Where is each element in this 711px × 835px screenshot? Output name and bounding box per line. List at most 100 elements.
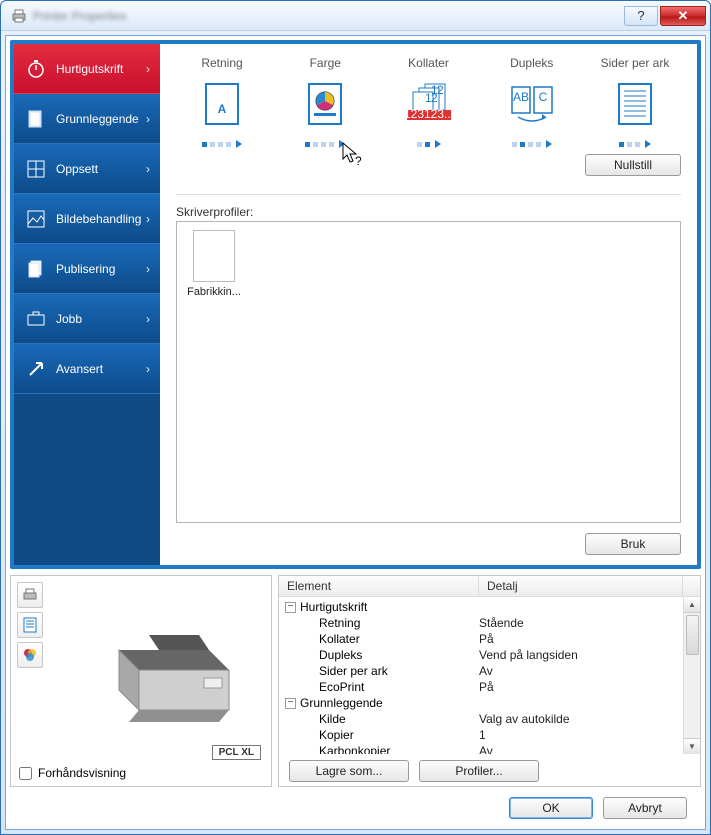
option-indicator [589,140,681,148]
option-duplex[interactable]: Dupleks AB C [486,56,578,148]
category-sidebar: Hurtigutskrift › Grunnleggende › Oppsett… [14,44,160,565]
profile-name: Fabrikkin... [185,286,243,298]
option-label: Dupleks [486,56,578,70]
profile-thumbnail-icon [193,230,235,282]
reset-button[interactable]: Nullstill [585,154,681,176]
preview-checkbox[interactable] [19,767,32,780]
profiles-label: Skriverprofiler: [176,205,681,219]
preview-tab-printer[interactable] [17,582,43,608]
option-indicator [176,140,268,148]
vertical-scrollbar[interactable]: ▲ ▼ [683,597,700,754]
tab-imaging[interactable]: Bildebehandling › [14,194,160,244]
chevron-right-icon: › [146,312,150,326]
main-area: Hurtigutskrift › Grunnleggende › Oppsett… [10,40,701,569]
tab-label: Bildebehandling [56,212,146,226]
profiles-list: Fabrikkin... [176,221,681,523]
color-icon [279,82,371,126]
save-as-button[interactable]: Lagre som... [289,760,409,782]
svg-text:2: 2 [431,91,438,105]
tab-job[interactable]: Jobb › [14,294,160,344]
collapse-icon[interactable]: − [285,698,296,709]
image-icon [26,209,46,229]
option-indicator [486,140,578,148]
preview-canvas: PCL XL [47,582,265,762]
settings-summary-panel: Element Detalj −Hurtigutskrift RetningSt… [278,575,701,787]
option-label: Sider per ark [589,56,681,70]
stopwatch-icon [26,59,46,79]
printer-app-icon [11,8,27,24]
preview-panel: PCL XL Forhåndsvisning [10,575,272,787]
scroll-thumb[interactable] [686,615,699,655]
help-button[interactable]: ? [624,6,658,26]
profile-item[interactable]: Fabrikkin... [185,230,243,298]
chevron-right-icon: › [146,262,150,276]
preview-tab-color[interactable] [17,642,43,668]
svg-text:AB: AB [513,90,529,104]
dialog-window: Printer Properties ? ✕ Hurtigutskrift › … [0,0,711,835]
option-orientation[interactable]: Retning A [176,56,268,148]
chevron-right-icon: › [146,62,150,76]
tab-layout[interactable]: Oppsett › [14,144,160,194]
option-collate[interactable]: Kollater 1212123123... [383,56,475,148]
settings-row[interactable]: KarbonkopierAv [279,743,683,754]
scroll-down-icon[interactable]: ▼ [684,738,700,754]
option-label: Kollater [383,56,475,70]
tab-label: Hurtigutskrift [56,62,146,76]
header-scroll-gap [682,576,700,596]
column-detail[interactable]: Detalj [479,576,682,596]
tab-advanced[interactable]: Avansert › [14,344,160,394]
profiles-button[interactable]: Profiler... [419,760,539,782]
svg-text:A: A [218,102,227,116]
tab-quick-print[interactable]: Hurtigutskrift › [14,44,160,94]
dialog-body: Hurtigutskrift › Grunnleggende › Oppsett… [5,35,706,830]
ok-button[interactable]: OK [509,797,593,819]
preview-tab-page[interactable] [17,612,43,638]
tab-label: Avansert [56,362,146,376]
settings-group[interactable]: −Hurtigutskrift [279,599,683,615]
preview-checkbox-row[interactable]: Forhåndsvisning [17,766,265,780]
settings-row[interactable]: RetningStående [279,615,683,631]
option-pages-per-sheet[interactable]: Sider per ark [589,56,681,148]
orientation-icon: A [176,82,268,126]
option-indicator [279,140,371,148]
close-button[interactable]: ✕ [660,6,706,26]
tab-label: Publisering [56,262,146,276]
settings-row[interactable]: KildeValg av autokilde [279,711,683,727]
scroll-up-icon[interactable]: ▲ [684,597,700,613]
title-bar: Printer Properties ? ✕ [1,1,710,31]
settings-group[interactable]: −Grunnleggende [279,695,683,711]
tab-label: Jobb [56,312,146,326]
settings-row[interactable]: KollaterPå [279,631,683,647]
chevron-right-icon: › [146,362,150,376]
settings-actions: Lagre som... Profiler... [279,754,700,786]
pages-icon [26,259,46,279]
column-element[interactable]: Element [279,576,479,596]
collapse-icon[interactable]: − [285,602,296,613]
group-name: Hurtigutskrift [300,600,367,614]
chevron-right-icon: › [146,162,150,176]
grid-icon [26,159,46,179]
option-label: Farge [279,56,371,70]
settings-header: Element Detalj [279,576,700,597]
svg-text:2: 2 [437,83,444,97]
svg-text:C: C [538,90,547,104]
settings-row[interactable]: Kopier1 [279,727,683,743]
apply-button[interactable]: Bruk [585,533,681,555]
preview-checkbox-label: Forhåndsvisning [38,766,126,780]
option-color[interactable]: Farge [279,56,371,148]
group-name: Grunnleggende [300,696,383,710]
chevron-right-icon: › [146,212,150,226]
arrow-up-icon [26,359,46,379]
tab-basic[interactable]: Grunnleggende › [14,94,160,144]
quick-print-panel: Retning A Farge [160,44,697,565]
settings-row[interactable]: Sider per arkAv [279,663,683,679]
quick-options-row: Retning A Farge [176,56,681,148]
option-label: Retning [176,56,268,70]
settings-row[interactable]: EcoPrintPå [279,679,683,695]
chevron-right-icon: › [146,112,150,126]
cancel-button[interactable]: Avbryt [603,797,687,819]
tab-publishing[interactable]: Publisering › [14,244,160,294]
settings-row[interactable]: DupleksVend på langsiden [279,647,683,663]
lower-area: PCL XL Forhåndsvisning Element Detalj [10,575,701,787]
tab-label: Grunnleggende [56,112,146,126]
